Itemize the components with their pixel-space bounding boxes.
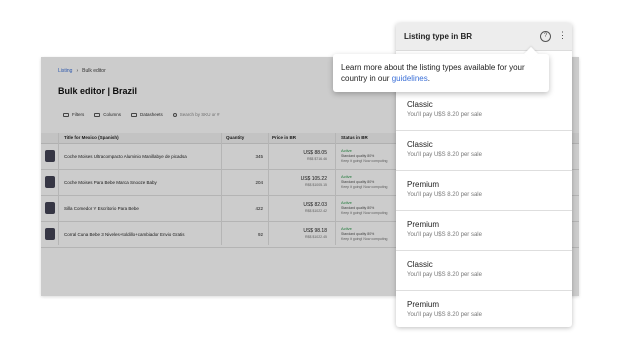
listing-type-option[interactable]: Classic You'll pay U$S 8.20 per sale — [396, 131, 572, 171]
listing-type-option[interactable]: Premium You'll pay U$S 8.20 per sale — [396, 211, 572, 251]
option-name: Premium — [407, 180, 440, 189]
option-fee: You'll pay U$S 8.20 per sale — [407, 312, 482, 318]
option-name: Premium — [407, 220, 440, 229]
listing-type-option[interactable]: Classic You'll pay U$S 8.20 per sale — [396, 251, 572, 291]
listing-type-option[interactable]: Classic You'll pay U$S 8.20 per sale — [396, 91, 572, 131]
listing-type-option[interactable]: Premium You'll pay U$S 8.20 per sale — [396, 291, 572, 327]
more-options-icon[interactable]: ⋮ — [558, 30, 567, 40]
option-name: Classic — [407, 140, 433, 149]
listing-type-option[interactable]: Premium You'll pay U$S 8.20 per sale — [396, 171, 572, 211]
dropdown-title: Listing type in BR — [404, 32, 472, 41]
option-fee: You'll pay U$S 8.20 per sale — [407, 112, 482, 118]
tooltip-message: Learn more about the listing types avail… — [341, 63, 525, 83]
help-icon[interactable]: ? — [540, 31, 551, 42]
option-fee: You'll pay U$S 8.20 per sale — [407, 232, 482, 238]
tooltip-suffix: . — [427, 74, 430, 83]
listing-type-options: Classic You'll pay U$S 8.20 per sale Class… — [396, 91, 572, 327]
option-name: Classic — [407, 260, 433, 269]
dropdown-header: Listing type in BR ? ⋮ — [396, 23, 572, 51]
option-name: Classic — [407, 100, 433, 109]
option-name: Premium — [407, 300, 440, 309]
guidelines-tooltip: Learn more about the listing types avail… — [333, 46, 549, 92]
tooltip-text: Learn more about the listing types avail… — [341, 62, 545, 84]
option-fee: You'll pay U$S 8.20 per sale — [407, 272, 482, 278]
option-fee: You'll pay U$S 8.20 per sale — [407, 192, 482, 198]
option-fee: You'll pay U$S 8.20 per sale — [407, 152, 482, 158]
guidelines-link[interactable]: guidelines — [392, 74, 428, 83]
